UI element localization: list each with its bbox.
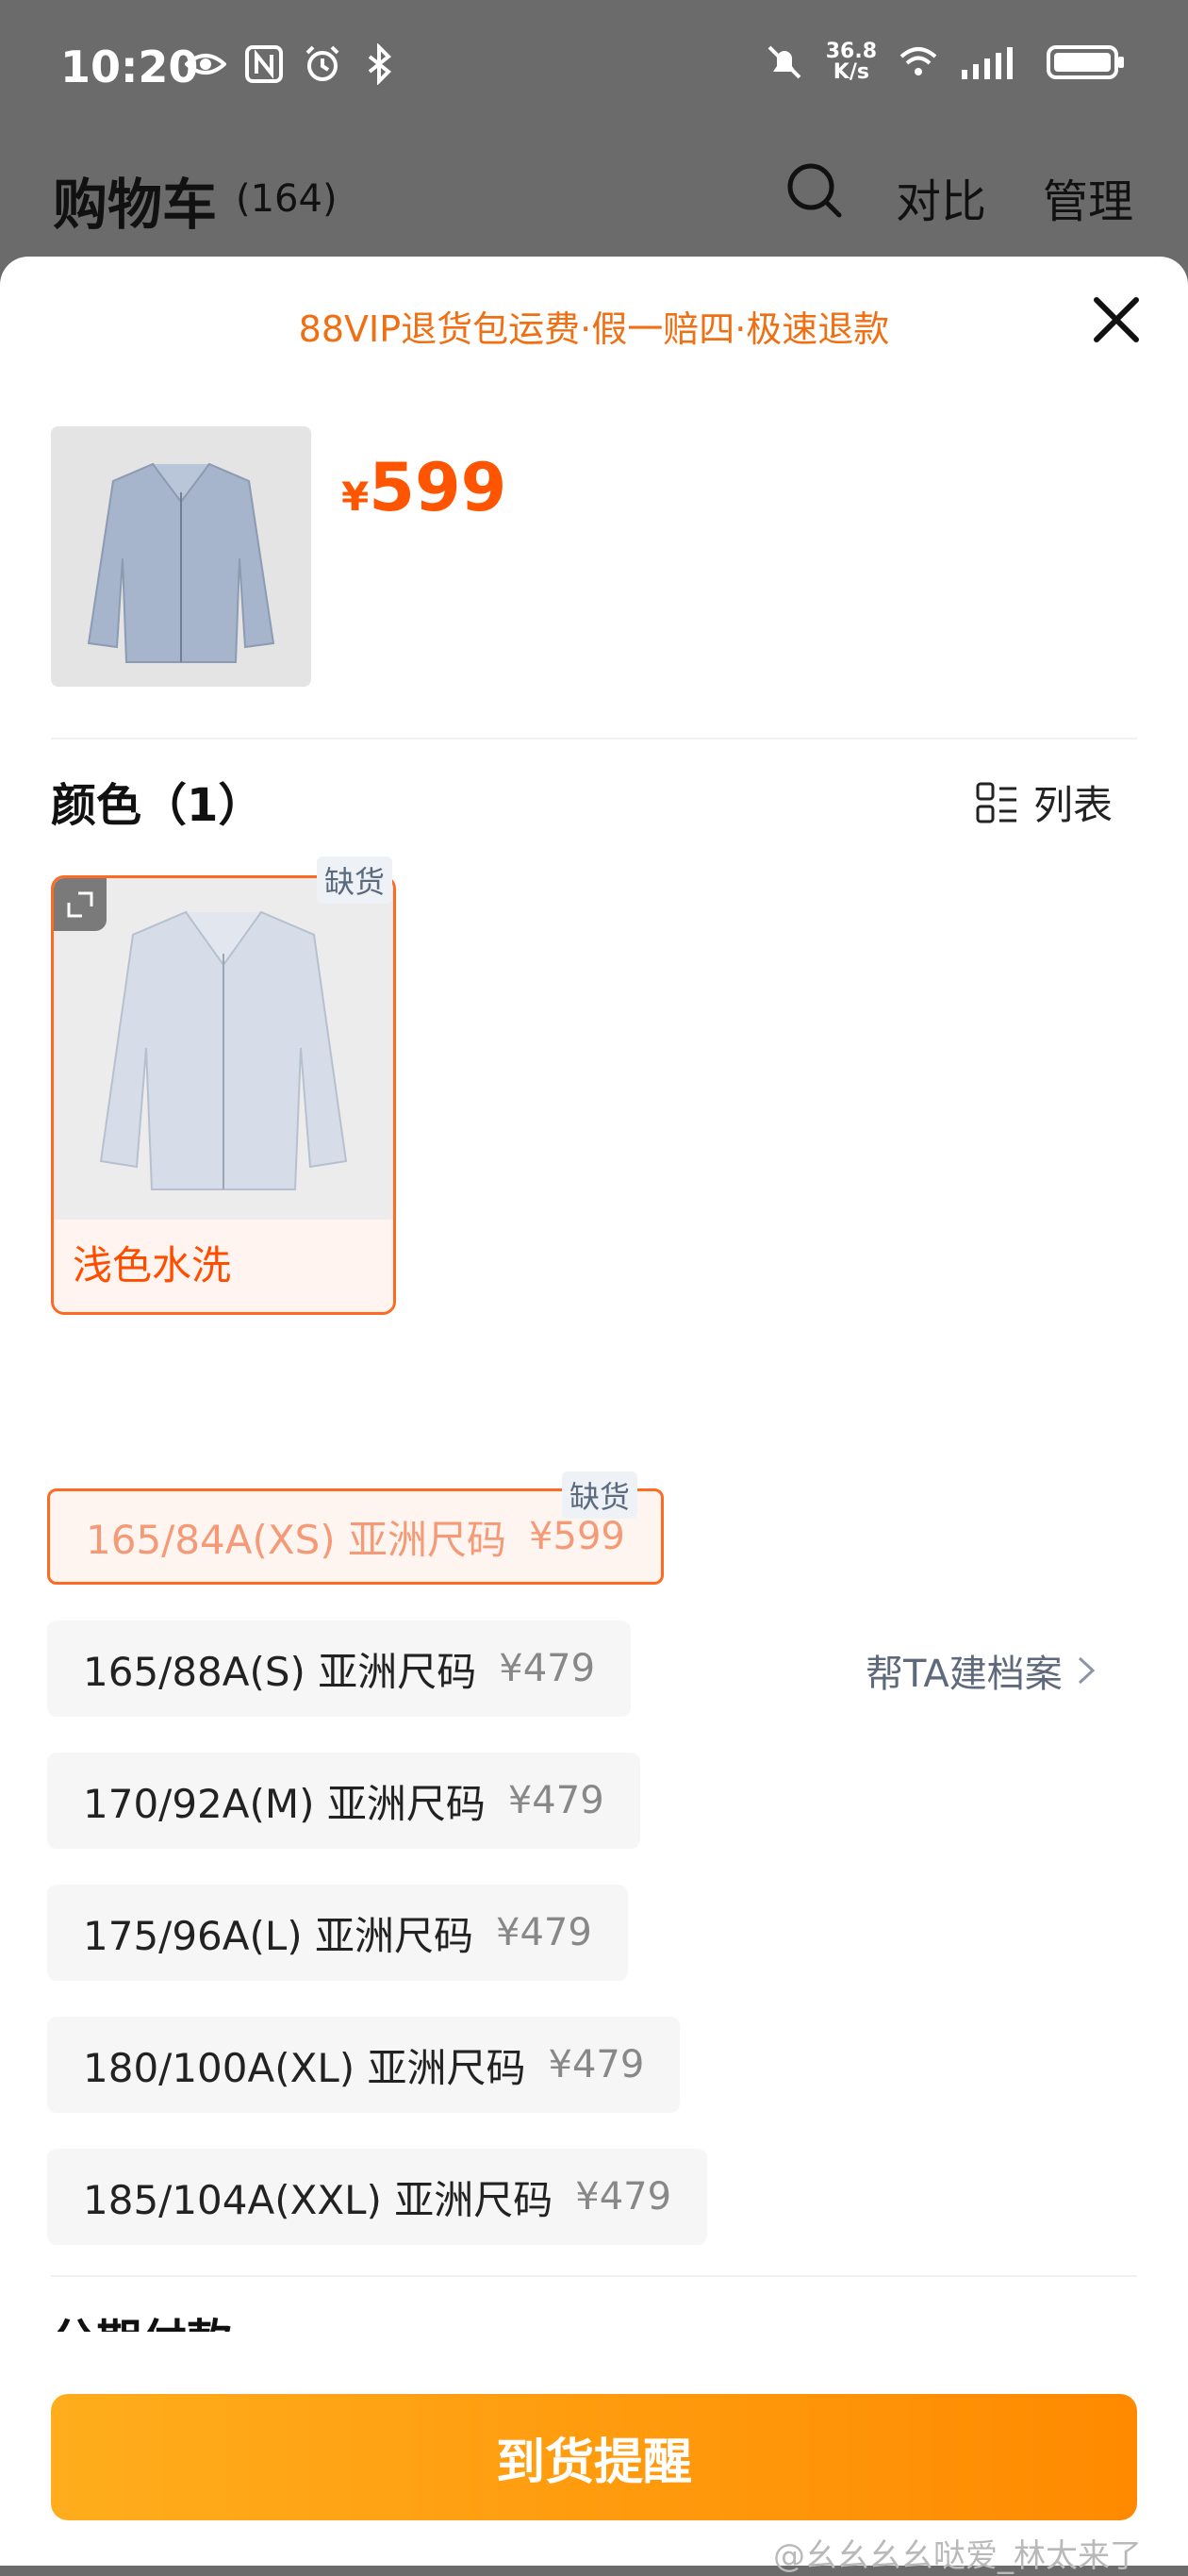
- mute-icon: [767, 45, 801, 79]
- product-price: ¥599: [341, 449, 506, 526]
- alarm-icon: [305, 45, 339, 81]
- chevron-right-icon: [1078, 1656, 1095, 1685]
- out-of-stock-badge: 缺货: [317, 856, 393, 904]
- color-section-title: 颜色（1）: [51, 779, 264, 832]
- size-option-xxl[interactable]: 185/104A(XXL) 亚洲尺码 ¥479: [47, 2149, 708, 2245]
- size-option-s[interactable]: 165/88A(S) 亚洲尺码 ¥479: [47, 1620, 632, 1717]
- list-view-label: 列表: [1033, 782, 1114, 828]
- size-price: ¥479: [507, 1779, 604, 1822]
- status-right-icons: 36.8 K/s: [764, 42, 1126, 83]
- size-label: 170/92A(M) 亚洲尺码: [83, 1780, 486, 1827]
- size-price: ¥479: [496, 1911, 592, 1954]
- size-archive-link[interactable]: 帮TA建档案: [866, 1643, 1097, 1698]
- promo-banner: 88VIP退货包运费·假一赔四·极速退款: [298, 308, 890, 350]
- size-price: ¥479: [499, 1647, 596, 1690]
- net-speed-value: 36.8: [825, 40, 877, 63]
- list-icon: [976, 782, 1016, 823]
- price-symbol: ¥: [341, 474, 370, 520]
- list-view-toggle[interactable]: 列表: [975, 773, 1113, 831]
- status-bar: 10:20 36.8 K/s: [0, 0, 1188, 132]
- size-price: ¥599: [529, 1515, 625, 1558]
- sku-selector-sheet: 88VIP退货包运费·假一赔四·极速退款 ¥599 颜色（1） 列表 浅色水洗 …: [0, 257, 1188, 2575]
- nfc-icon: [245, 45, 283, 83]
- net-speed: 36.8 K/s: [826, 42, 877, 83]
- size-label: 165/88A(S) 亚洲尺码: [83, 1648, 477, 1695]
- price-value: 599: [369, 449, 507, 526]
- signal-icon: [962, 47, 1013, 79]
- divider: [51, 738, 1137, 740]
- watermark: @幺幺幺幺哒爱_林太来了: [773, 2537, 1142, 2575]
- size-price: ¥479: [548, 2043, 645, 2086]
- size-label: 165/84A(XS) 亚洲尺码: [86, 1516, 507, 1563]
- page-title: 购物车: [53, 173, 218, 237]
- wifi-icon: [899, 47, 937, 75]
- divider: [51, 2275, 1137, 2277]
- size-archive-label: 帮TA建档案: [866, 1653, 1063, 1696]
- top-nav: 购物车 (164) 对比 管理: [0, 141, 1188, 255]
- eye-icon: [185, 54, 226, 75]
- restock-reminder-button[interactable]: 到货提醒: [51, 2394, 1137, 2520]
- battery-icon: [1047, 45, 1124, 79]
- close-icon[interactable]: [1089, 292, 1144, 347]
- color-option-label: 浅色水洗: [54, 1220, 393, 1312]
- bluetooth-icon: [368, 43, 391, 85]
- color-option-card[interactable]: 浅色水洗: [51, 875, 396, 1315]
- search-icon[interactable]: [784, 160, 845, 221]
- size-label: 175/96A(L) 亚洲尺码: [83, 1912, 474, 1959]
- size-price: ¥479: [575, 2175, 672, 2219]
- manage-button[interactable]: 管理: [1043, 164, 1133, 230]
- size-label: 180/100A(XL) 亚洲尺码: [83, 2044, 526, 2091]
- expand-icon[interactable]: [54, 878, 107, 931]
- installment-section-title: 分期付款: [51, 2303, 232, 2332]
- product-thumbnail[interactable]: [51, 426, 311, 687]
- size-option-l[interactable]: 175/96A(L) 亚洲尺码 ¥479: [47, 1885, 628, 1981]
- out-of-stock-badge: 缺货: [562, 1471, 638, 1519]
- size-option-xl[interactable]: 180/100A(XL) 亚洲尺码 ¥479: [47, 2017, 681, 2113]
- size-label: 185/104A(XXL) 亚洲尺码: [83, 2176, 553, 2223]
- size-option-m[interactable]: 170/92A(M) 亚洲尺码 ¥479: [47, 1753, 640, 1849]
- cart-count: (164): [236, 177, 338, 221]
- status-left-icons: [185, 43, 402, 85]
- status-time: 10:20: [60, 42, 199, 92]
- compare-button[interactable]: 对比: [896, 164, 986, 230]
- net-speed-unit: K/s: [833, 60, 869, 84]
- jacket-image: [51, 426, 311, 687]
